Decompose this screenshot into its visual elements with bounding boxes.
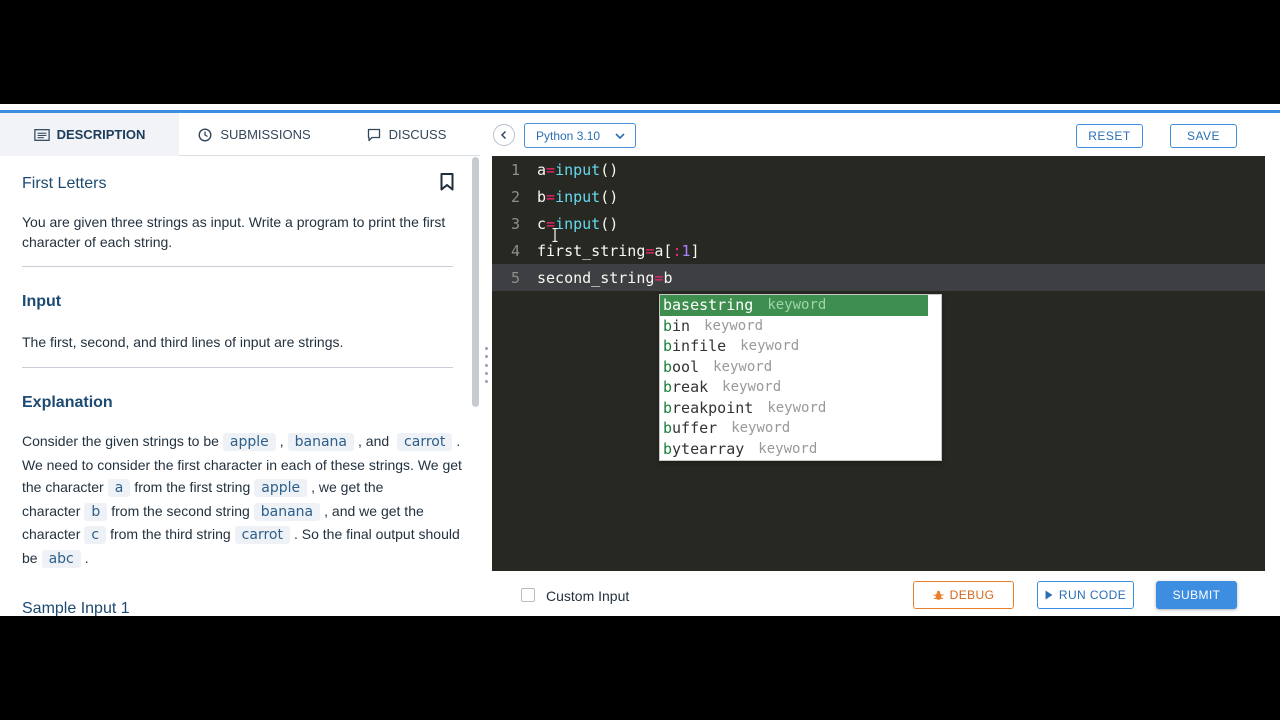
- explanation-heading: Explanation: [22, 394, 113, 411]
- divider: [22, 266, 453, 267]
- bug-icon: [933, 590, 944, 600]
- language-value: Python 3.10: [536, 128, 601, 143]
- explanation-text-segment: ,: [279, 433, 284, 449]
- inline-code: apple: [254, 479, 308, 498]
- input-text: The first, second, and third lines of in…: [22, 334, 344, 350]
- tab-submissions-label: SUBMISSIONS: [220, 127, 311, 142]
- code-editor[interactable]: 1 a=input() 2 b=input() 3 c=input() 4 fi…: [492, 156, 1265, 571]
- run-code-label: RUN CODE: [1058, 588, 1127, 602]
- autocomplete-item[interactable]: b in keyword: [660, 316, 763, 337]
- inline-code: carrot: [397, 433, 453, 451]
- top-accent-bar: [0, 104, 1280, 113]
- debug-label: DEBUG: [949, 588, 995, 602]
- explanation-text-segment: .: [84, 549, 89, 566]
- code-line: 1 a=input(): [492, 156, 1265, 183]
- description-icon: [33, 127, 50, 143]
- inline-code: c: [84, 526, 107, 545]
- divider: [22, 367, 453, 368]
- code-line: 3 c=input(): [492, 210, 1265, 237]
- tab-submissions[interactable]: SUBMISSIONS: [179, 113, 329, 156]
- debug-button[interactable]: DEBUG: [913, 581, 1014, 609]
- code-line-active: 5 second_string=b: [492, 264, 1265, 291]
- inline-code: b: [84, 502, 108, 521]
- tab-bar: DESCRIPTION SUBMISSIONS DISCUSS: [0, 113, 480, 156]
- chevron-down-icon: [615, 133, 625, 140]
- explanation-text-segment: , and: [358, 433, 390, 449]
- sample-input-heading: Sample Input 1: [22, 600, 130, 616]
- play-icon: [1045, 590, 1053, 600]
- autocomplete-item[interactable]: b reak keyword: [660, 377, 781, 398]
- custom-input-label: Custom Input: [546, 588, 630, 604]
- explanation-text: Consider the given strings to be apple, ba…: [22, 430, 462, 571]
- autocomplete-item[interactable]: b infile keyword: [660, 336, 799, 357]
- inline-code: a: [107, 479, 131, 498]
- chat-icon: [366, 127, 382, 143]
- explanation-text-segment: from the first string: [134, 479, 251, 496]
- clock-icon: [197, 127, 213, 143]
- submit-button[interactable]: SUBMIT: [1156, 581, 1237, 609]
- bookmark-icon[interactable]: [440, 173, 454, 191]
- explanation-text-segment: from the second string: [111, 502, 250, 519]
- inline-code: apple: [222, 433, 276, 451]
- tab-description[interactable]: DESCRIPTION: [0, 113, 179, 156]
- run-code-button[interactable]: RUN CODE: [1037, 581, 1134, 609]
- autocomplete-item[interactable]: b reakpoint keyword: [660, 398, 826, 419]
- app-window: DESCRIPTION SUBMISSIONS DISCUSS First Le…: [0, 104, 1280, 616]
- problem-title: First Letters: [22, 175, 107, 192]
- editor-toolbar: Python 3.10 RESET SAVE: [480, 113, 1280, 156]
- chevron-left-icon: [500, 130, 507, 140]
- input-heading: Input: [22, 293, 62, 310]
- tab-discuss-label: DISCUSS: [388, 127, 447, 142]
- collapse-panel-button[interactable]: [493, 124, 515, 146]
- autocomplete-item[interactable]: b asestring keyword: [660, 295, 928, 316]
- line-number: 2: [510, 187, 520, 206]
- code-line: 4 first_string=a[:1]: [492, 237, 1265, 264]
- explanation-text-segment: Consider the given strings to be: [22, 433, 219, 449]
- panel-resize-handle[interactable]: [485, 347, 489, 383]
- line-number: 1: [510, 160, 520, 179]
- autocomplete-item[interactable]: b uffer keyword: [660, 418, 790, 439]
- inline-code: banana: [287, 433, 355, 451]
- save-button[interactable]: SAVE: [1170, 124, 1237, 148]
- line-number: 4: [510, 241, 520, 260]
- inline-code: abc: [41, 549, 81, 568]
- tab-discuss[interactable]: DISCUSS: [329, 113, 483, 156]
- description-scrollbar[interactable]: [472, 157, 479, 407]
- language-select[interactable]: Python 3.10: [524, 123, 636, 148]
- problem-intro: You are given three strings as input. Wr…: [22, 214, 446, 250]
- bottom-action-bar: Custom Input DEBUG RUN CODE SUBMIT: [480, 571, 1280, 616]
- line-number: 3: [510, 214, 520, 233]
- inline-code: banana: [253, 502, 321, 521]
- text-cursor-icon: [552, 228, 558, 242]
- custom-input-checkbox[interactable]: [521, 588, 535, 602]
- description-panel: First Letters You are given three string…: [0, 156, 470, 616]
- reset-button[interactable]: RESET: [1076, 124, 1143, 148]
- autocomplete-item[interactable]: b ytearray keyword: [660, 439, 817, 460]
- line-number: 5: [510, 268, 520, 287]
- explanation-text-segment: from the third string: [110, 526, 231, 543]
- autocomplete-item[interactable]: b ool keyword: [660, 357, 772, 378]
- autocomplete-popup: b asestring keyword b in keyword b infile keyw…: [659, 294, 942, 461]
- code-line: 2 b=input(): [492, 183, 1265, 210]
- tab-description-label: DESCRIPTION: [56, 127, 146, 142]
- inline-code: carrot: [234, 526, 290, 545]
